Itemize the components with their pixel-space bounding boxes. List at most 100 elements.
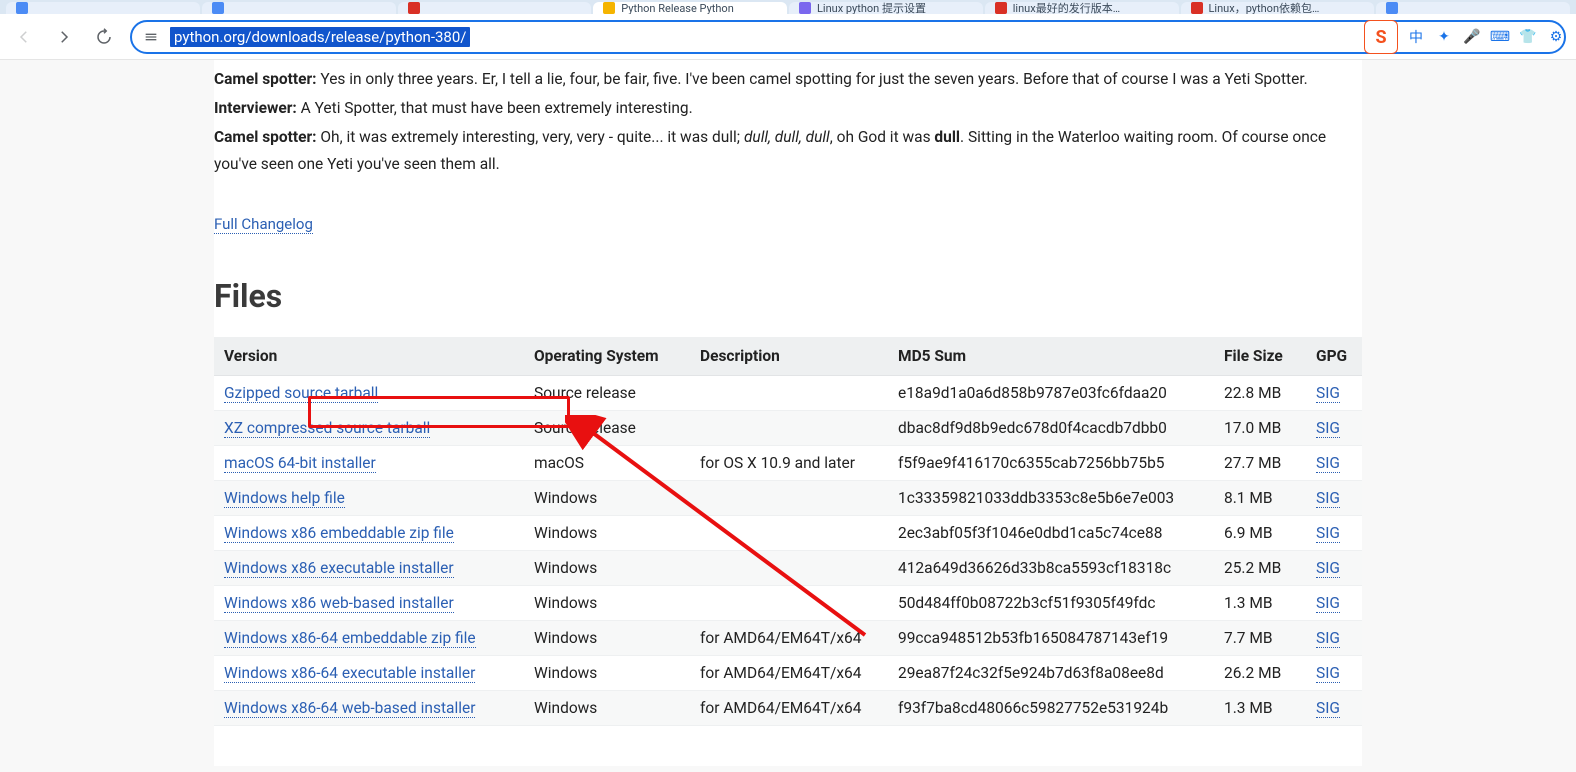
cell-desc xyxy=(690,515,888,550)
cell-os: macOS xyxy=(524,445,690,480)
col-version: Version xyxy=(214,337,524,376)
sig-link[interactable]: SIG xyxy=(1316,594,1340,613)
tab-favicon xyxy=(995,2,1007,14)
full-changelog-link[interactable]: Full Changelog xyxy=(214,215,313,234)
table-row: Gzipped source tarball Source release e18a… xyxy=(214,375,1362,410)
reload-button[interactable] xyxy=(90,23,118,51)
cell-os: Windows xyxy=(524,515,690,550)
cell-md5: e18a9d1a0a6d858b9787e03fc6fdaa20 xyxy=(888,375,1214,410)
browser-toolbar: python.org/downloads/release/python-380/… xyxy=(0,14,1576,60)
col-gpg: GPG xyxy=(1306,337,1362,376)
browser-tab[interactable] xyxy=(6,2,200,14)
settings-icon[interactable]: ⚙ xyxy=(1546,27,1566,47)
tab-label: Linux python 提示设置 xyxy=(817,2,926,14)
dialogue-emphasis: dull, dull, dull xyxy=(744,128,830,146)
cell-desc xyxy=(690,585,888,620)
tab-label: Python Release Python xyxy=(621,2,734,14)
site-settings-icon[interactable] xyxy=(140,26,162,48)
cell-os: Source release xyxy=(524,410,690,445)
download-link[interactable]: Windows x86-64 executable installer xyxy=(224,664,475,683)
download-link[interactable]: Windows help file xyxy=(224,489,345,508)
cell-size: 17.0 MB xyxy=(1214,410,1306,445)
cell-os: Windows xyxy=(524,690,690,725)
cell-size: 22.8 MB xyxy=(1214,375,1306,410)
cell-md5: 412a649d36626d33b8ca5593cf18318c xyxy=(888,550,1214,585)
ime-widget: S 中 ✦ 🎤 ⌨ 👕 ⚙ xyxy=(1364,20,1566,54)
cell-size: 6.9 MB xyxy=(1214,515,1306,550)
sig-link[interactable]: SIG xyxy=(1316,524,1340,543)
browser-tab-bar: Python Release Python Linux python 提示设置 … xyxy=(0,0,1576,14)
cell-md5: 50d484ff0b08722b3cf51f9305f49fdc xyxy=(888,585,1214,620)
reload-icon xyxy=(95,28,113,46)
cell-desc: for OS X 10.9 and later xyxy=(690,445,888,480)
cell-size: 1.3 MB xyxy=(1214,585,1306,620)
ime-tools-icon[interactable]: ✦ xyxy=(1434,27,1454,47)
sig-link[interactable]: SIG xyxy=(1316,454,1340,473)
browser-tab[interactable] xyxy=(202,2,396,14)
download-link[interactable]: Windows x86 executable installer xyxy=(224,559,454,578)
col-desc: Description xyxy=(690,337,888,376)
table-header-row: Version Operating System Description MD5… xyxy=(214,337,1362,376)
sig-link[interactable]: SIG xyxy=(1316,664,1340,683)
keyboard-icon[interactable]: ⌨ xyxy=(1490,27,1510,47)
browser-tab[interactable] xyxy=(1376,2,1570,14)
url-text: python.org/downloads/release/python-380/ xyxy=(170,27,470,47)
download-link[interactable]: Windows x86-64 web-based installer xyxy=(224,699,475,718)
shirt-icon[interactable]: 👕 xyxy=(1518,27,1538,47)
tab-favicon xyxy=(408,2,420,14)
address-bar[interactable]: python.org/downloads/release/python-380/ xyxy=(130,20,1566,54)
download-link[interactable]: macOS 64-bit installer xyxy=(224,454,376,473)
tab-favicon xyxy=(1386,2,1398,14)
sig-link[interactable]: SIG xyxy=(1316,629,1340,648)
dialogue-text: Yes in only three years. Er, I tell a li… xyxy=(317,70,1308,88)
back-button[interactable] xyxy=(10,23,38,51)
download-link[interactable]: Windows x86 embeddable zip file xyxy=(224,524,454,543)
tab-favicon xyxy=(603,2,615,14)
ime-lang-indicator[interactable]: 中 xyxy=(1406,27,1426,47)
browser-tab[interactable] xyxy=(398,2,592,14)
cell-size: 1.3 MB xyxy=(1214,690,1306,725)
dialogue-text: Oh, it was extremely interesting, very, … xyxy=(317,128,744,146)
sig-link[interactable]: SIG xyxy=(1316,559,1340,578)
speaker-label: Camel spotter: xyxy=(214,128,317,146)
sig-link[interactable]: SIG xyxy=(1316,489,1340,508)
cell-md5: 2ec3abf05f3f1046e0dbd1ca5c74ce88 xyxy=(888,515,1214,550)
arrow-left-icon xyxy=(15,28,33,46)
browser-tab[interactable]: Linux，python依赖包… xyxy=(1181,2,1375,14)
cell-md5: 1c33359821033ddb3353c8e5b6e7e003 xyxy=(888,480,1214,515)
cell-desc: for AMD64/EM64T/x64 xyxy=(690,620,888,655)
speaker-label: Interviewer: xyxy=(214,99,297,117)
download-link[interactable]: XZ compressed source tarball xyxy=(224,419,430,438)
browser-tab[interactable]: Linux python 提示设置 xyxy=(789,2,983,14)
tab-favicon xyxy=(212,2,224,14)
dialogue-text: , oh God it was xyxy=(830,128,935,146)
files-heading: Files xyxy=(214,277,1362,315)
sig-link[interactable]: SIG xyxy=(1316,419,1340,438)
mic-icon[interactable]: 🎤 xyxy=(1462,27,1482,47)
dialogue-block: Camel spotter: Yes in only three years. … xyxy=(214,60,1362,179)
cell-desc: for AMD64/EM64T/x64 xyxy=(690,655,888,690)
download-link[interactable]: Windows x86-64 embeddable zip file xyxy=(224,629,476,648)
cell-md5: 29ea87f24c32f5e924b7d63f8a08ee8d xyxy=(888,655,1214,690)
cell-os: Source release xyxy=(524,375,690,410)
dialogue-strong: dull xyxy=(934,128,960,146)
cell-md5: 99cca948512b53fb165084787143ef19 xyxy=(888,620,1214,655)
sig-link[interactable]: SIG xyxy=(1316,384,1340,403)
cell-size: 7.7 MB xyxy=(1214,620,1306,655)
cell-md5: f93f7ba8cd48066c59827752e531924b xyxy=(888,690,1214,725)
download-link[interactable]: Windows x86 web-based installer xyxy=(224,594,454,613)
forward-button[interactable] xyxy=(50,23,78,51)
col-size: File Size xyxy=(1214,337,1306,376)
ime-badge[interactable]: S xyxy=(1364,20,1398,54)
browser-tab-active[interactable]: Python Release Python xyxy=(593,2,787,14)
table-row: Windows help fileWindows1c33359821033ddb… xyxy=(214,480,1362,515)
browser-tab[interactable]: linux最好的发行版本… xyxy=(985,2,1179,14)
cell-md5: f5f9ae9f416170c6355cab7256bb75b5 xyxy=(888,445,1214,480)
download-link[interactable]: Gzipped source tarball xyxy=(224,384,378,403)
cell-size: 27.7 MB xyxy=(1214,445,1306,480)
cell-desc xyxy=(690,550,888,585)
sig-link[interactable]: SIG xyxy=(1316,699,1340,718)
cell-os: Windows xyxy=(524,585,690,620)
dialogue-text: A Yeti Spotter, that must have been extr… xyxy=(297,99,693,117)
page-viewport[interactable]: Camel spotter: Yes in only three years. … xyxy=(0,60,1576,772)
